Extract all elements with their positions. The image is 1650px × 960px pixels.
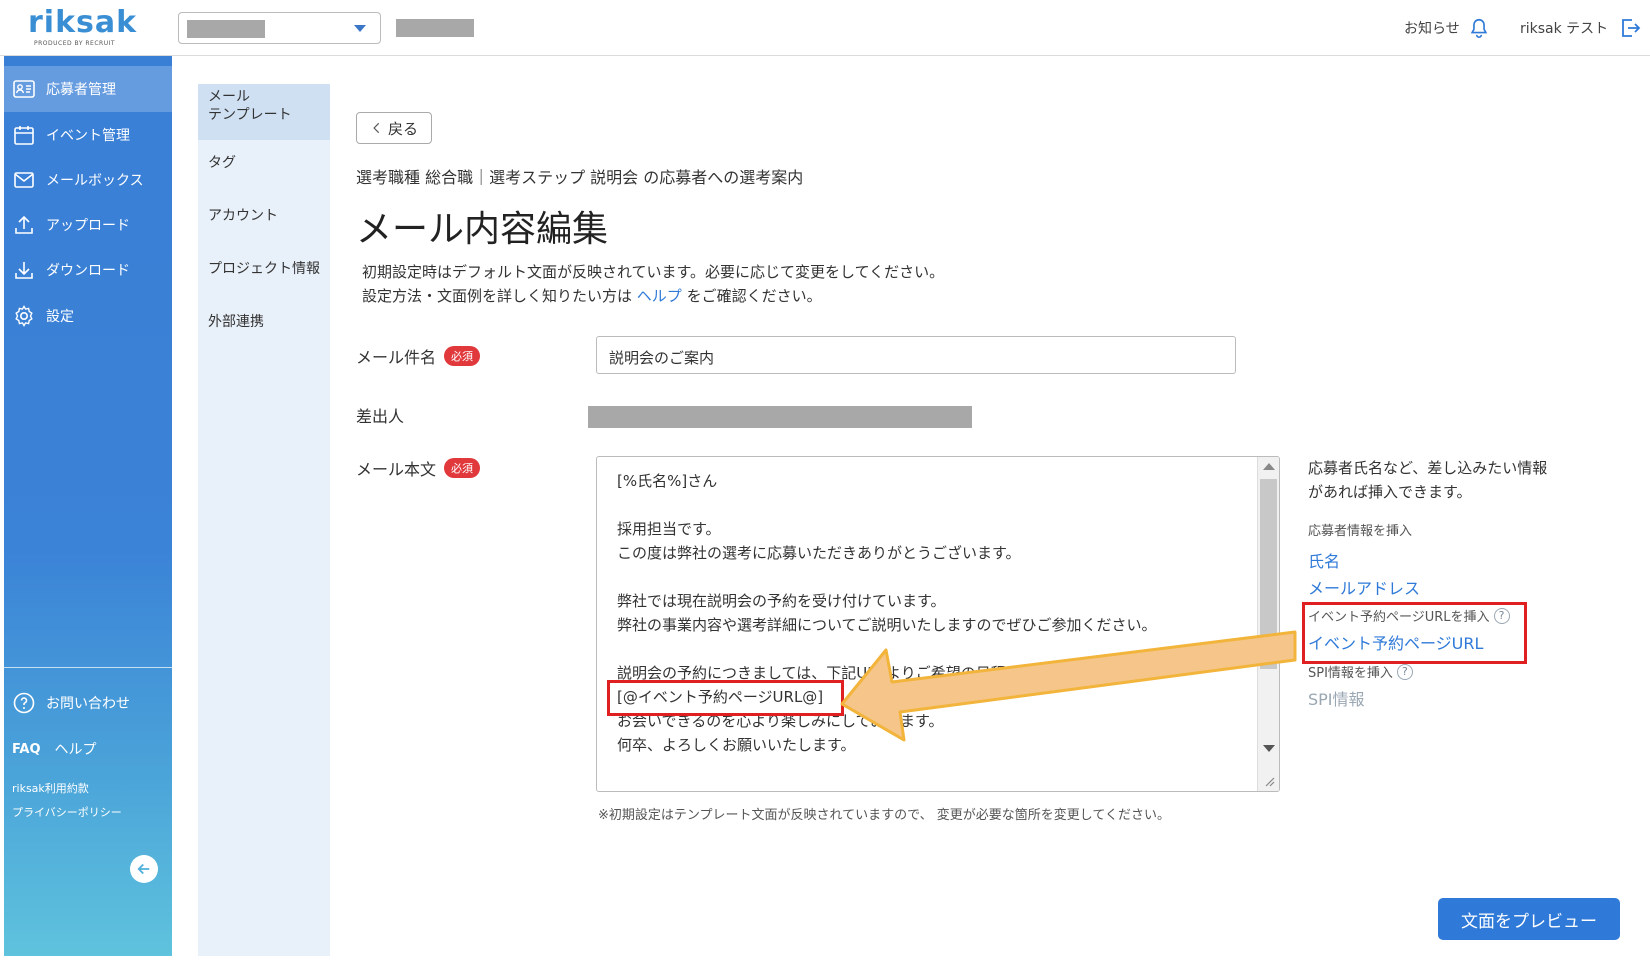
intro-line-2-suffix: をご確認ください。: [681, 287, 822, 305]
back-button[interactable]: 戻る: [356, 112, 432, 144]
applicant-info-heading: 応募者情報を挿入: [1308, 520, 1412, 539]
privacy-policy-link[interactable]: プライバシーポリシー: [12, 804, 122, 820]
page-title: メール内容編集: [356, 209, 609, 250]
sidebar-item-help[interactable]: FAQ ヘルプ: [4, 726, 172, 772]
sender-label-row: 差出人: [356, 403, 404, 427]
chevron-left-icon: [373, 122, 380, 134]
sender-label: 差出人: [356, 407, 405, 426]
scroll-thumb[interactable]: [1260, 479, 1277, 669]
insert-email-link[interactable]: メールアドレス: [1308, 575, 1420, 599]
download-icon: [15, 262, 33, 279]
redacted-project-name: [187, 20, 265, 38]
sidebar-item-events[interactable]: イベント管理: [4, 112, 172, 158]
scroll-down-icon[interactable]: [1263, 745, 1275, 752]
arrow-left-icon: [137, 863, 150, 875]
subnav-item-tags[interactable]: タグ: [198, 152, 330, 172]
sidebar-item-upload[interactable]: アップロード: [4, 202, 172, 248]
gear-icon: [15, 305, 33, 327]
riksak-logo[interactable]: riksak PRODUCED BY RECRUIT: [28, 6, 138, 50]
intro-line-1: 初期設定時はデフォルト文面が反映されています。必要に応じて変更をしてください。: [362, 263, 945, 281]
sidebar-item-label: イベント管理: [46, 128, 130, 144]
scroll-up-icon[interactable]: [1263, 463, 1275, 470]
sidebar-item-settings[interactable]: 設定: [4, 293, 172, 339]
chevron-down-icon: [354, 25, 366, 32]
back-button-label: 戻る: [387, 119, 418, 138]
main-sidebar: 応募者管理 イベント管理 メールボックス アップロード ダウンロード 設定 お問…: [4, 56, 172, 956]
body-label-row: メール本文 必須: [356, 456, 481, 480]
sidebar-item-download[interactable]: ダウンロード: [4, 247, 172, 293]
mail-body-textarea[interactable]: [%氏名%]さん 採用担当です。 この度は弊社の選考に応募いただきありがとうござ…: [596, 456, 1280, 792]
sidebar-item-mailbox[interactable]: メールボックス: [4, 157, 172, 203]
sidebar-item-label: ヘルプ: [54, 742, 97, 758]
body-label: メール本文: [356, 460, 437, 479]
sidebar-item-label: お問い合わせ: [46, 696, 130, 712]
question-icon[interactable]: ?: [1396, 663, 1413, 680]
applicant-heading-label: 応募者情報を挿入: [1308, 524, 1413, 539]
notice-label: お知らせ: [1404, 21, 1460, 37]
user-name: riksak テスト: [1520, 21, 1609, 37]
upload-icon: [15, 215, 33, 234]
subnav-item-external-link[interactable]: 外部連携: [198, 311, 330, 331]
faq-icon: FAQ: [12, 741, 41, 757]
spi-heading: SPI情報を挿入 ?: [1308, 662, 1413, 681]
applicant-card-icon: [13, 80, 35, 98]
mail-icon: [14, 172, 34, 188]
intro-text: 初期設定時はデフォルト文面が反映されています。必要に応じて変更をしてください。 …: [362, 260, 944, 308]
subject-input[interactable]: 説明会のご案内: [596, 336, 1236, 374]
sidebar-item-label: メールボックス: [46, 173, 144, 189]
subnav-item-account[interactable]: アカウント: [198, 205, 330, 225]
sidebar-item-label: 設定: [46, 309, 74, 325]
project-select[interactable]: [178, 12, 381, 44]
subject-label: メール件名: [356, 348, 437, 367]
settings-subnav: メール テンプレート タグ アカウント プロジェクト情報 外部連携: [198, 84, 330, 956]
sidebar-item-label: アップロード: [46, 218, 130, 234]
insert-name-link[interactable]: 氏名: [1308, 548, 1340, 572]
redacted-header-text: [396, 19, 474, 37]
intro-line-2: 設定方法・文面例を詳しく知りたい方は ヘルプ をご確認ください。: [362, 284, 944, 308]
highlight-event-url-insert: [1302, 602, 1527, 664]
intro-line-2-prefix: 設定方法・文面例を詳しく知りたい方は: [362, 287, 637, 305]
logout-icon[interactable]: [1618, 16, 1642, 40]
resize-grip-icon[interactable]: [1263, 775, 1275, 787]
question-circle-icon: [13, 692, 35, 714]
subject-label-row: メール件名 必須: [356, 344, 481, 368]
template-note: ※初期設定はテンプレート文面が反映されていますので、 変更が必要な箇所を変更して…: [598, 808, 1170, 823]
terms-link[interactable]: riksak利用約款: [12, 780, 89, 796]
sidebar-item-label: ダウンロード: [46, 263, 130, 279]
sidebar-divider: [4, 667, 172, 668]
logo-subtext: PRODUCED BY RECRUIT: [34, 40, 116, 47]
breadcrumb: 選考職種 総合職｜選考ステップ 説明会 の応募者への選考案内: [356, 168, 804, 187]
sidebar-item-contact[interactable]: お問い合わせ: [4, 680, 172, 726]
logo-text: riksak: [28, 5, 138, 40]
collapse-sidebar-button[interactable]: [130, 855, 158, 883]
spi-heading-label: SPI情報を挿入: [1308, 666, 1393, 681]
sidebar-item-label: 応募者管理: [46, 82, 116, 98]
user-menu[interactable]: riksak テスト: [1520, 16, 1642, 40]
required-badge: 必須: [444, 346, 481, 366]
help-link[interactable]: ヘルプ: [637, 287, 682, 305]
insert-panel: 応募者氏名など、差し込みたい情報 があれば挿入できます。 応募者情報を挿入 氏名…: [1308, 456, 1608, 709]
highlight-url-placeholder: [607, 680, 844, 716]
sidebar-item-applicants[interactable]: 応募者管理: [4, 66, 172, 112]
bell-icon: [1470, 18, 1488, 38]
preview-button[interactable]: 文面をプレビュー: [1438, 898, 1620, 940]
redacted-sender: [588, 406, 972, 428]
top-header: riksak PRODUCED BY RECRUIT お知らせ riksak テ…: [0, 0, 1650, 56]
subnav-item-project-info[interactable]: プロジェクト情報: [198, 258, 330, 278]
insert-spi-link: SPI情報: [1308, 690, 1365, 709]
notice-button[interactable]: お知らせ: [1404, 16, 1490, 40]
subnav-item-mail-template[interactable]: メール テンプレート: [198, 84, 330, 140]
required-badge: 必須: [444, 458, 481, 478]
body-scrollbar[interactable]: [1257, 457, 1279, 791]
insert-description: 応募者氏名など、差し込みたい情報 があれば挿入できます。: [1308, 459, 1548, 501]
calendar-icon: [14, 126, 34, 145]
